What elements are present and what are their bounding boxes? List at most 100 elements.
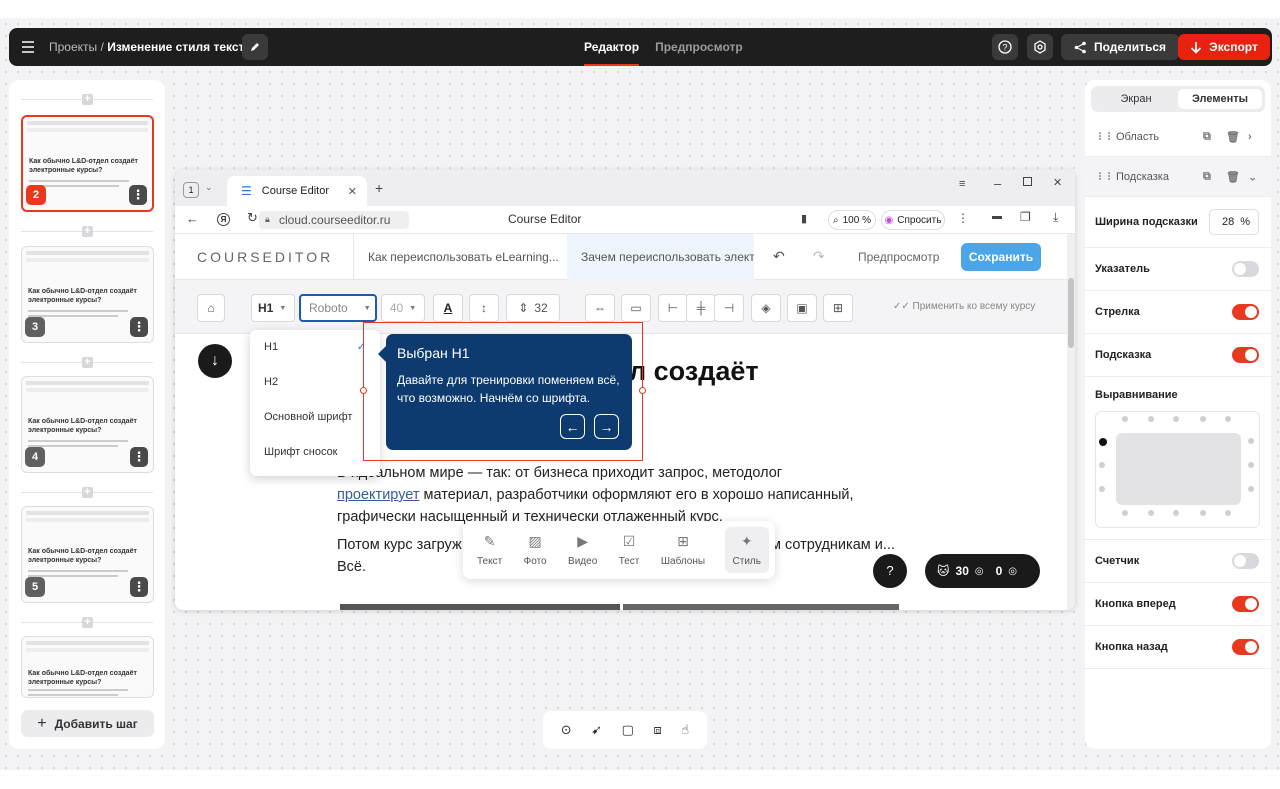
trash-icon[interactable]: 🗑︎ <box>1226 170 1240 183</box>
scroll-down-button[interactable]: ↓ <box>198 344 232 378</box>
font-select[interactable]: Roboto ▼ <box>299 294 377 322</box>
slide-heading[interactable]: л создаёт <box>629 356 759 387</box>
insert-templates-button[interactable]: ⊞ Шаблоны <box>653 527 713 573</box>
downloads-icon[interactable]: ⤓ <box>1053 210 1058 225</box>
step-menu-icon[interactable]: ⋮ <box>130 447 148 467</box>
help-float-button[interactable]: ? <box>873 554 907 588</box>
comment-icon[interactable]: ▢ <box>622 722 634 738</box>
align-right-button[interactable]: ⊣ <box>714 294 744 322</box>
insert-step-icon[interactable]: + <box>82 357 93 368</box>
alignment-point-active[interactable] <box>1099 438 1107 446</box>
counter-toggle[interactable] <box>1232 553 1259 569</box>
undo-icon[interactable]: ↶ <box>773 248 785 265</box>
insert-text-button[interactable]: ✎ Текст <box>469 527 510 573</box>
redo-icon[interactable]: ↷ <box>813 248 825 265</box>
alignment-point[interactable] <box>1122 510 1128 516</box>
copy-icon[interactable]: ⧉ <box>1203 170 1211 183</box>
alignment-point[interactable] <box>1173 510 1179 516</box>
back-icon[interactable]: ← <box>186 211 199 226</box>
minimize-icon[interactable]: – <box>994 176 1001 191</box>
alignment-point[interactable] <box>1099 486 1105 492</box>
hand-icon[interactable]: ☝ <box>681 722 689 738</box>
zoom-pill[interactable]: ⌕ 100 % <box>828 210 876 230</box>
step-thumbnail[interactable]: Как обычно L&D-отдел создаёт электронные… <box>21 506 154 603</box>
breadcrumb-projects[interactable]: Проекты <box>49 40 97 54</box>
alignment-point[interactable] <box>1173 416 1179 422</box>
alignment-point[interactable] <box>1248 486 1254 492</box>
insert-video-button[interactable]: ▶ Видео <box>560 527 605 573</box>
pointer-toggle[interactable] <box>1232 261 1259 277</box>
chevron-down-icon[interactable]: ⌄ <box>1248 170 1257 183</box>
center-box-button[interactable]: ▭ <box>621 294 651 322</box>
ask-pill[interactable]: ◉ Спросить <box>881 210 945 230</box>
collections-icon[interactable]: ❐ <box>1020 210 1031 224</box>
hint-width-input[interactable]: 28 % <box>1209 209 1259 235</box>
course-tab-2[interactable]: Зачем переиспользовать электронные <box>567 234 754 280</box>
tab-preview[interactable]: Предпросмотр <box>655 28 743 66</box>
settings-button[interactable] <box>1027 34 1053 60</box>
alignment-point[interactable] <box>1225 416 1231 422</box>
step-thumbnail[interactable]: Как обычно L&D-отдел создаёт электронные… <box>21 246 154 343</box>
page-scrollbar[interactable] <box>1067 234 1075 610</box>
back-button-toggle[interactable] <box>1232 639 1259 655</box>
paragraph-2[interactable]: Потом курс загруж Всё. <box>337 534 462 578</box>
bookmark-icon[interactable]: ▮ <box>801 212 807 225</box>
heading-option-body[interactable]: Основной шрифт <box>250 400 380 435</box>
tab-editor[interactable]: Редактор <box>584 28 640 66</box>
alignment-point[interactable] <box>1225 510 1231 516</box>
copy-icon[interactable]: ⧉ <box>1203 131 1211 144</box>
font-size-select[interactable]: 40 ▼ <box>381 294 425 322</box>
paragraph-link[interactable]: проектирует <box>337 487 420 503</box>
browser-menu-icon[interactable]: ≡ <box>959 178 965 190</box>
step-menu-icon[interactable]: ⋮ <box>130 577 148 597</box>
edit-title-button[interactable] <box>242 34 268 60</box>
spacing-button[interactable]: ⇕ 32 <box>506 294 560 322</box>
step-thumbnail[interactable]: Как обычно L&D-отдел создаёт электронные… <box>21 115 154 212</box>
new-tab-icon[interactable]: + <box>375 180 383 196</box>
alignment-point[interactable] <box>1200 416 1206 422</box>
menu-icon[interactable] <box>15 34 41 60</box>
hint-next-button[interactable]: → <box>594 414 619 439</box>
width-button[interactable]: ⇔ <box>585 294 615 322</box>
layer-area[interactable]: ⋮⋮ Область ⧉ 🗑︎ › <box>1085 118 1271 157</box>
alignment-point[interactable] <box>1122 416 1128 422</box>
alignment-point[interactable] <box>1099 462 1105 468</box>
drag-handle-icon[interactable]: ⋮⋮ <box>1095 171 1114 182</box>
resize-handle-left[interactable] <box>360 387 367 394</box>
course-tab-1[interactable]: Как переиспользовать eLearning... <box>353 234 565 280</box>
app-preview-link[interactable]: Предпросмотр <box>858 250 939 264</box>
apply-all-button[interactable]: ✓✓ Применить ко всему курсу <box>893 301 1035 312</box>
export-button[interactable]: Экспорт <box>1178 34 1270 60</box>
hint-back-button[interactable]: ← <box>560 414 585 439</box>
help-button[interactable]: ? <box>992 34 1018 60</box>
line-height-button[interactable]: ↕ <box>469 294 499 322</box>
insert-step-icon[interactable]: + <box>82 226 93 237</box>
drag-handle-icon[interactable]: ⋮⋮ <box>1095 132 1114 143</box>
share-button[interactable]: Поделиться <box>1061 34 1179 60</box>
alignment-point[interactable] <box>1200 510 1206 516</box>
window-close-icon[interactable]: ✕ <box>1053 176 1062 189</box>
reload-icon[interactable]: ↻ <box>247 210 258 226</box>
insert-step-icon[interactable]: + <box>82 94 93 105</box>
url-field[interactable]: 🔒︎ cloud.courseeditor.ru <box>259 211 409 229</box>
scrollbar-thumb[interactable] <box>1068 278 1074 348</box>
more-icon[interactable]: ⋮ <box>957 211 969 225</box>
layer-hint[interactable]: ⋮⋮ Подсказка ⧉ 🗑︎ ⌄ <box>1085 157 1271 197</box>
fill-button[interactable]: ◈ <box>751 294 781 322</box>
heading-option-h2[interactable]: H2 <box>250 365 380 400</box>
align-left-button[interactable]: ⊢ <box>658 294 688 322</box>
paragraph-1[interactable]: В идеальном мире — так: от бизнеса прихо… <box>337 462 854 528</box>
add-step-button[interactable]: + Добавить шаг <box>21 710 154 737</box>
step-menu-icon[interactable]: ⋮ <box>130 317 148 337</box>
close-icon[interactable]: ✕ <box>348 185 357 198</box>
alignment-point[interactable] <box>1148 416 1154 422</box>
layout-button[interactable]: ▣ <box>787 294 817 322</box>
grid-button[interactable]: ⊞ <box>823 294 853 322</box>
minus-icon[interactable]: ▬ <box>992 211 1002 222</box>
yandex-icon[interactable]: Я <box>217 213 230 226</box>
target-icon[interactable]: ⊙ <box>561 722 572 738</box>
text-color-button[interactable]: A <box>433 294 463 322</box>
step-thumbnail[interactable]: Как обычно L&D-отдел создаёт электронные… <box>21 636 154 698</box>
chevron-down-icon[interactable]: ⌄ <box>205 182 213 193</box>
alignment-grid[interactable] <box>1095 411 1260 528</box>
